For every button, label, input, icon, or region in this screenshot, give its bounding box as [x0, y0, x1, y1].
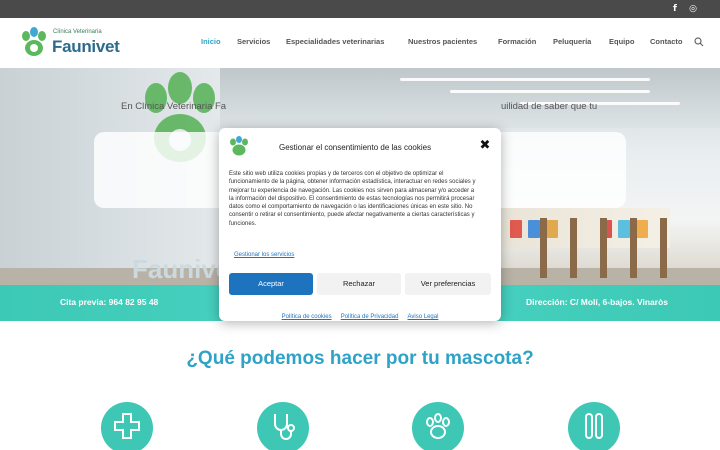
- accept-button[interactable]: Aceptar: [229, 273, 313, 295]
- paw-logo-icon: [22, 27, 46, 56]
- nav-item-pacientes[interactable]: Nuestros pacientes: [408, 37, 477, 46]
- stethoscope-icon[interactable]: [257, 402, 309, 450]
- section-title: ¿Qué podemos hacer por tu mascota?: [186, 348, 534, 369]
- top-bar: f ◎: [0, 0, 720, 18]
- shelf-product: [636, 220, 648, 238]
- manage-services-link[interactable]: Gestionar los servicios: [234, 252, 294, 258]
- instagram-icon[interactable]: ◎: [686, 2, 700, 16]
- logo-name: Faunivet: [52, 37, 120, 56]
- nav-item-peluqueria[interactable]: Peluquería: [553, 37, 591, 46]
- paw-logo-icon: [230, 136, 248, 156]
- nav-item-contacto[interactable]: Contacto: [650, 37, 683, 46]
- medical-cross-icon[interactable]: [101, 402, 153, 450]
- shelf-product: [546, 220, 558, 238]
- shelf-product: [510, 220, 522, 238]
- wood-pole: [540, 218, 547, 278]
- cookie-title: Gestionar el consentimiento de las cooki…: [279, 143, 432, 152]
- cookie-consent-dialog: Gestionar el consentimiento de las cooki…: [219, 128, 501, 321]
- privacy-policy-link[interactable]: Política de Privacidad: [341, 314, 399, 320]
- view-preferences-button[interactable]: Ver preferencias: [405, 273, 491, 295]
- test-tubes-icon[interactable]: [568, 402, 620, 450]
- nav-item-inicio[interactable]: Inicio: [201, 37, 221, 46]
- wood-pole: [630, 218, 637, 278]
- address-text: Dirección: C/ Molí, 6-bajos. Vinaròs: [526, 297, 669, 307]
- logo-subtitle: Clínica Veterinaria: [53, 29, 102, 35]
- close-icon[interactable]: ✖: [479, 139, 491, 153]
- shelf-product: [618, 220, 630, 238]
- shelf-product: [528, 220, 540, 238]
- site-header: Clínica Veterinaria Faunivet Inicio Serv…: [0, 18, 720, 68]
- site-logo[interactable]: Clínica Veterinaria Faunivet: [20, 25, 130, 61]
- paw-icon[interactable]: [412, 402, 464, 450]
- wood-pole: [660, 218, 667, 278]
- nav-item-especialidades[interactable]: Especialidades veterinarias: [286, 37, 384, 46]
- nav-item-servicios[interactable]: Servicios: [237, 37, 270, 46]
- ceiling-light: [450, 90, 650, 93]
- ceiling-light: [400, 78, 650, 81]
- phone-text[interactable]: Cita previa: 964 82 95 48: [60, 297, 158, 307]
- cookie-policy-link[interactable]: Política de cookies: [282, 314, 332, 320]
- hero-text-right: uilidad de saber que tu: [501, 101, 598, 112]
- cookie-description: Este sitio web utiliza cookies propias y…: [229, 171, 476, 227]
- search-icon[interactable]: [694, 37, 704, 47]
- nav-item-equipo[interactable]: Equipo: [609, 37, 634, 46]
- facebook-icon[interactable]: f: [668, 2, 682, 16]
- wood-pole: [600, 218, 607, 278]
- hero-text-left: En Clínica Veterinaria Fa: [121, 101, 227, 112]
- reject-button[interactable]: Rechazar: [317, 273, 401, 295]
- hero-ceiling: [220, 68, 720, 128]
- nav-item-formacion[interactable]: Formación: [498, 37, 536, 46]
- cookie-policy-links: Política de cookies Política de Privacid…: [219, 303, 501, 322]
- legal-notice-link[interactable]: Aviso Legal: [408, 314, 439, 320]
- wood-pole: [570, 218, 577, 278]
